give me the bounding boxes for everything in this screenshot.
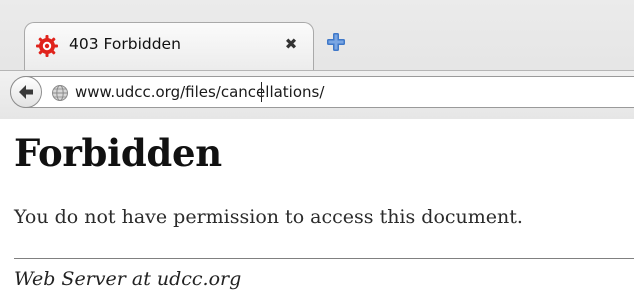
back-button[interactable] — [10, 76, 42, 108]
page-content: Forbidden You do not have permission to … — [0, 119, 634, 301]
url-bar[interactable]: www.udcc.org/files/cancellations/ — [10, 76, 634, 108]
plus-icon[interactable] — [324, 30, 348, 54]
url-text[interactable]: www.udcc.org/files/cancellations/ — [75, 83, 324, 101]
text-caret — [261, 82, 262, 102]
server-signature: Web Server at udcc.org — [14, 268, 242, 290]
navigation-bar: www.udcc.org/files/cancellations/ — [0, 70, 634, 119]
tab-close-button[interactable]: ✖ — [281, 34, 301, 54]
divider — [14, 258, 634, 259]
browser-chrome: 403 Forbidden ✖ www.udcc.org/files/cance… — [0, 0, 634, 119]
tab-title: 403 Forbidden — [69, 35, 181, 53]
globe-icon — [51, 84, 69, 102]
error-gear-icon — [35, 34, 59, 58]
tab-strip: 403 Forbidden ✖ — [0, 0, 634, 70]
error-message: You do not have permission to access thi… — [14, 206, 523, 228]
page-title: Forbidden — [14, 131, 222, 175]
tab-active[interactable]: 403 Forbidden ✖ — [24, 22, 314, 70]
